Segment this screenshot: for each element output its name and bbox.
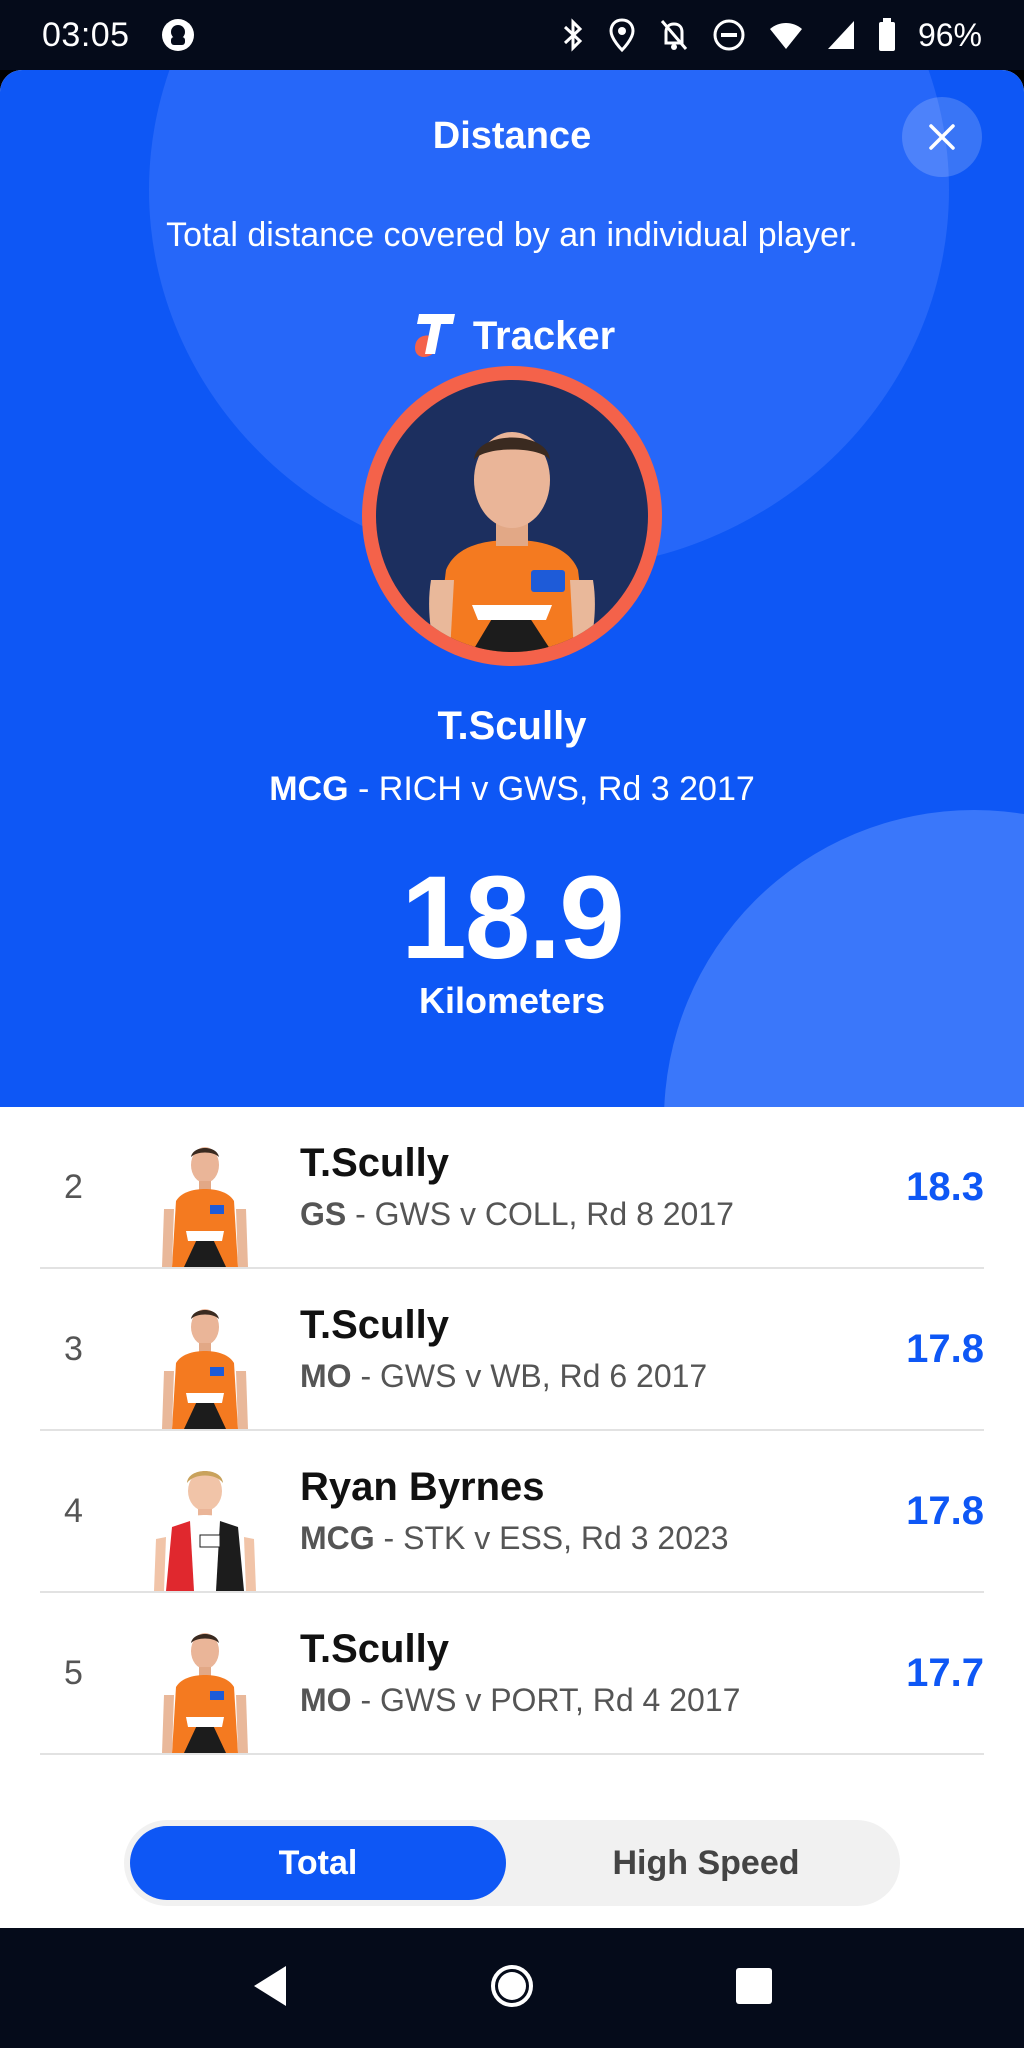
tracker-brand: Tracker: [0, 308, 1024, 365]
close-button[interactable]: [902, 97, 982, 177]
leader-match: - RICH v GWS, Rd 3 2017: [348, 770, 755, 808]
leader-hero: Distance Total distance covered by an in…: [0, 70, 1024, 1107]
metric-toggle-bar: Total High Speed: [0, 1808, 1024, 1928]
list-item[interactable]: 2 T.Scully GS - GWS v COLL, Rd 8 2017 18…: [40, 1107, 984, 1269]
recents-icon: [736, 1967, 773, 2004]
rank-number: 2: [64, 1167, 83, 1206]
status-bar: 03:05 96%: [0, 0, 1024, 70]
rank-number: 5: [64, 1653, 83, 1692]
player-thumbnail: [150, 1137, 260, 1267]
match: - GWS v PORT, Rd 4 2017: [351, 1682, 741, 1718]
player-thumbnail: [150, 1623, 260, 1753]
rankings-list: 2 T.Scully GS - GWS v COLL, Rd 8 2017 18…: [0, 1107, 1024, 1755]
player-name: Ryan Byrnes: [300, 1465, 545, 1509]
player-thumbnail: [150, 1299, 260, 1429]
total-tab[interactable]: Total: [130, 1826, 506, 1900]
venue: GS: [300, 1196, 347, 1232]
wifi-icon: [768, 19, 804, 51]
rank-number: 3: [64, 1329, 83, 1368]
distance-sheet: Distance Total distance covered by an in…: [0, 70, 1024, 1928]
player-thumbnail: [150, 1461, 260, 1591]
venue: MO: [300, 1358, 352, 1394]
match-info: MO - GWS v WB, Rd 6 2017: [300, 1358, 906, 1395]
list-item[interactable]: 5 T.Scully MO - GWS v PORT, Rd 4 2017 17…: [40, 1593, 984, 1755]
metric-toggle: Total High Speed: [124, 1820, 900, 1906]
player-name: T.Scully: [300, 1141, 449, 1185]
distance-unit: Kilometers: [418, 980, 606, 1021]
leader-distance-value: 18.9: [401, 852, 625, 984]
back-icon: [253, 1965, 286, 2006]
notification-app-icon: [160, 17, 196, 53]
stat-description: Total distance covered by an individual …: [166, 216, 858, 254]
distance-value: 17.8: [906, 1488, 984, 1533]
tracker-label: Tracker: [472, 314, 616, 358]
rank-number: 4: [64, 1491, 83, 1530]
match-info: MO - GWS v PORT, Rd 4 2017: [300, 1682, 906, 1719]
signal-icon: [826, 19, 856, 51]
bluetooth-icon: [560, 17, 586, 53]
player-name: T.Scully: [300, 1627, 449, 1671]
match: - STK v ESS, Rd 3 2023: [374, 1520, 729, 1556]
match: - GWS v COLL, Rd 8 2017: [346, 1196, 734, 1232]
match-info: MCG - STK v ESS, Rd 3 2023: [300, 1520, 906, 1557]
list-item[interactable]: 4 Ryan Byrnes MCG - STK v ESS, Rd 3 2023: [40, 1431, 984, 1593]
venue: MO: [300, 1682, 352, 1718]
match: - GWS v WB, Rd 6 2017: [351, 1358, 708, 1394]
battery-icon: [878, 18, 896, 52]
list-item[interactable]: 3 T.Scully MO - GWS v WB, Rd 6 2017 17.8: [40, 1269, 984, 1431]
close-icon: [929, 124, 955, 150]
notifications-off-icon: [658, 17, 690, 53]
leader-avatar: [362, 366, 662, 666]
page-title: Distance: [432, 115, 592, 157]
battery-percent: 96%: [917, 16, 982, 53]
leader-name: T.Scully: [437, 704, 587, 748]
distance-value: 18.3: [906, 1164, 984, 1209]
telstra-logo-icon: [409, 308, 459, 365]
distance-value: 17.7: [906, 1650, 984, 1695]
recents-button[interactable]: [734, 1966, 774, 2011]
match-info: GS - GWS v COLL, Rd 8 2017: [300, 1196, 906, 1233]
location-icon: [608, 17, 636, 53]
status-time: 03:05: [42, 15, 130, 54]
leader-match-info: MCG - RICH v GWS, Rd 3 2017: [0, 770, 1024, 809]
do-not-disturb-icon: [712, 18, 746, 52]
home-icon: [490, 1964, 533, 2007]
venue: MCG: [300, 1520, 375, 1556]
back-button[interactable]: [250, 1964, 290, 2013]
leader-venue: MCG: [269, 770, 349, 808]
home-button[interactable]: [489, 1963, 535, 2014]
distance-value: 17.8: [906, 1326, 984, 1371]
high-speed-tab[interactable]: High Speed: [512, 1820, 900, 1906]
system-nav-bar: [0, 1928, 1024, 2048]
player-name: T.Scully: [300, 1303, 449, 1347]
